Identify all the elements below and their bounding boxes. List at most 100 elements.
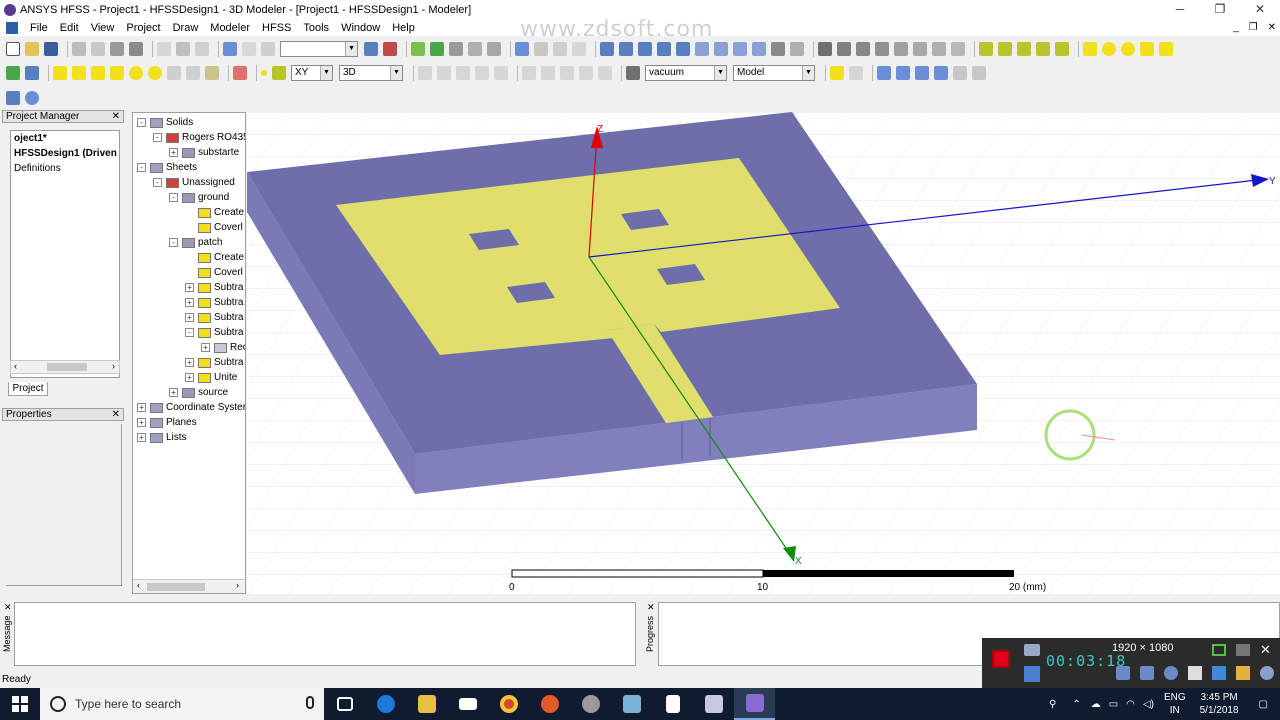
settings-recorder-icon[interactable] bbox=[1260, 666, 1274, 680]
print-icon[interactable] bbox=[129, 41, 143, 56]
close-button[interactable]: ✕ bbox=[1240, 0, 1280, 19]
mode-dropdown[interactable]: Model ▼ bbox=[733, 64, 815, 81]
expand-icon[interactable]: + bbox=[169, 148, 178, 157]
draw-helix-icon[interactable] bbox=[6, 65, 20, 80]
plane-dropdown[interactable]: XY ▼ bbox=[291, 64, 333, 81]
zoom-in-icon[interactable] bbox=[695, 41, 709, 56]
select-object-icon[interactable] bbox=[223, 41, 237, 56]
draw-helix-solid-icon[interactable] bbox=[167, 65, 181, 80]
minimize-recorder-icon[interactable] bbox=[1236, 644, 1250, 656]
draw-equation-icon[interactable] bbox=[1055, 41, 1069, 56]
lighting-icon[interactable] bbox=[951, 41, 965, 56]
webcam-icon[interactable] bbox=[1164, 666, 1178, 680]
tree-item[interactable]: + Unite bbox=[185, 370, 237, 385]
viewport-canvas[interactable]: Z Y X 0 10 20 (mm) bbox=[247, 112, 1280, 594]
scroll-right-icon[interactable]: › bbox=[112, 361, 115, 371]
undo-view-icon[interactable] bbox=[771, 41, 785, 56]
notes-app[interactable] bbox=[611, 688, 652, 720]
tree-item[interactable]: + Subtra bbox=[185, 295, 243, 310]
draw-rectangle-icon[interactable] bbox=[1083, 41, 1097, 56]
expand-icon[interactable]: + bbox=[185, 313, 194, 322]
show-all-icon[interactable] bbox=[856, 41, 870, 56]
clock[interactable]: 3:45 PM 5/1/2018 bbox=[1200, 691, 1239, 717]
tree-item[interactable]: + Rec bbox=[201, 340, 245, 355]
mdi-minimize-button[interactable]: _ bbox=[1233, 19, 1239, 36]
tab-project[interactable]: Project bbox=[8, 382, 48, 396]
snap-face-icon[interactable] bbox=[934, 65, 948, 80]
cloud-icon[interactable]: ☁ bbox=[1091, 699, 1101, 710]
scroll-left-icon[interactable]: ‹ bbox=[14, 361, 17, 371]
menu-edit[interactable]: Edit bbox=[54, 22, 85, 34]
hide-icon[interactable] bbox=[837, 41, 851, 56]
record-stop-button[interactable] bbox=[992, 650, 1010, 668]
draw-regular-polyhedron-icon[interactable] bbox=[91, 65, 105, 80]
coordinate-system-icon[interactable] bbox=[830, 65, 844, 80]
ansys-workbench-app[interactable] bbox=[570, 688, 611, 720]
select-face-icon[interactable] bbox=[242, 41, 256, 56]
tree-item[interactable]: + Subtra bbox=[185, 280, 243, 295]
material-dropdown[interactable]: vacuum ▼ bbox=[645, 64, 727, 81]
info-icon[interactable] bbox=[676, 41, 690, 56]
menu-hfss[interactable]: HFSS bbox=[256, 22, 297, 34]
mail-app[interactable] bbox=[447, 688, 488, 720]
create-region-icon[interactable] bbox=[233, 65, 247, 80]
menu-tools[interactable]: Tools bbox=[297, 22, 335, 34]
material-icon[interactable] bbox=[626, 65, 640, 80]
expand-icon[interactable]: + bbox=[185, 298, 194, 307]
move-icon[interactable] bbox=[598, 65, 612, 80]
view-orient-icon[interactable] bbox=[572, 41, 586, 56]
menu-modeler[interactable]: Modeler bbox=[204, 22, 256, 34]
draw-cone-icon[interactable] bbox=[110, 65, 124, 80]
calculator-app[interactable] bbox=[652, 688, 693, 720]
tree-item[interactable]: + Planes bbox=[137, 415, 197, 430]
hpc-icon[interactable] bbox=[25, 90, 39, 105]
message-list[interactable] bbox=[14, 602, 636, 666]
redo-icon[interactable] bbox=[195, 41, 209, 56]
tree-scroll-right-icon[interactable]: › bbox=[236, 580, 239, 590]
redo-view-icon[interactable] bbox=[790, 41, 804, 56]
tree-item[interactable]: Create bbox=[185, 205, 244, 220]
draw-icon[interactable] bbox=[1212, 666, 1226, 680]
selection-filter-dropdown[interactable]: ▼ bbox=[280, 40, 358, 57]
draw-ellipse-icon[interactable] bbox=[1102, 41, 1116, 56]
draw-polygon-icon[interactable] bbox=[1140, 41, 1154, 56]
open-icon[interactable] bbox=[25, 41, 39, 56]
menu-file[interactable]: File bbox=[24, 22, 54, 34]
project-item[interactable]: oject1* bbox=[11, 131, 119, 146]
modeler-viewport[interactable]: Z Y X 0 10 20 (mm) bbox=[247, 112, 1280, 594]
tree-item[interactable]: + Subtra bbox=[185, 355, 243, 370]
snap-edge-icon[interactable] bbox=[915, 65, 929, 80]
delete-icon[interactable] bbox=[157, 41, 171, 56]
fit-all-icon[interactable] bbox=[733, 41, 747, 56]
draw-cylinder-icon[interactable] bbox=[72, 65, 86, 80]
thicken-icon[interactable] bbox=[541, 65, 555, 80]
mic-recorder-icon[interactable] bbox=[1140, 666, 1154, 680]
snap-grid-icon[interactable] bbox=[877, 65, 891, 80]
region-icon[interactable] bbox=[1212, 644, 1226, 656]
cut-icon[interactable] bbox=[72, 41, 86, 56]
collapse-icon[interactable]: - bbox=[169, 238, 178, 247]
draw-3pt-arc-icon[interactable] bbox=[1036, 41, 1050, 56]
mirror-icon[interactable] bbox=[560, 65, 574, 80]
collapse-icon[interactable]: - bbox=[137, 163, 146, 172]
transparency-icon[interactable] bbox=[894, 41, 908, 56]
draw-region-icon[interactable] bbox=[1159, 41, 1173, 56]
plane-icon[interactable] bbox=[272, 65, 286, 80]
collapse-icon[interactable]: - bbox=[137, 118, 146, 127]
collapse-icon[interactable]: - bbox=[185, 328, 194, 337]
tree-item[interactable]: Create bbox=[185, 250, 244, 265]
restore-button[interactable]: ❐ bbox=[1200, 0, 1240, 19]
menu-draw[interactable]: Draw bbox=[167, 22, 205, 34]
menu-window[interactable]: Window bbox=[335, 22, 386, 34]
point-icon[interactable] bbox=[261, 69, 267, 76]
tree-item[interactable]: + Coordinate Syster bbox=[137, 400, 245, 415]
hide-all-icon[interactable] bbox=[875, 41, 889, 56]
volume-icon[interactable]: ◁) bbox=[1143, 699, 1154, 710]
people-icon[interactable]: ⚲ bbox=[1049, 699, 1056, 710]
snap-vertex-icon[interactable] bbox=[896, 65, 910, 80]
mdi-restore-button[interactable]: ❐ bbox=[1249, 19, 1258, 36]
results-icon[interactable] bbox=[449, 41, 463, 56]
paste-icon[interactable] bbox=[110, 41, 124, 56]
tree-item[interactable]: - Rogers RO435 bbox=[153, 130, 245, 145]
microphone-icon[interactable] bbox=[306, 696, 314, 709]
